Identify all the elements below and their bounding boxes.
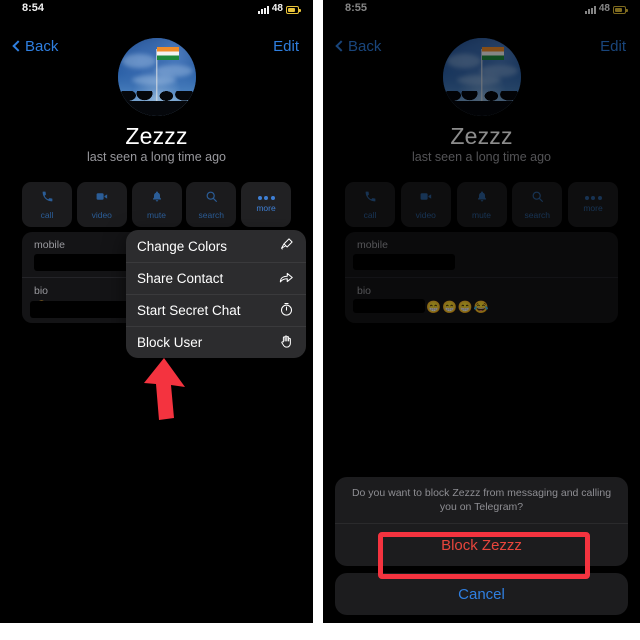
action-sheet-group: Do you want to block Zezzz from messagin… xyxy=(335,476,628,566)
menu-label: Share Contact xyxy=(137,271,224,286)
block-action-sheet: Do you want to block Zezzz from messagin… xyxy=(335,476,628,615)
hand-raised-icon xyxy=(277,334,295,352)
video-icon xyxy=(95,190,109,207)
context-menu: Change Colors Share Contact Start Secret… xyxy=(126,230,306,358)
quick-actions-row: call video mute search more xyxy=(22,182,291,227)
share-arrow-icon xyxy=(277,270,295,288)
action-mute-label: mute xyxy=(147,209,166,220)
action-search-label: search xyxy=(198,209,224,220)
action-video-label: video xyxy=(91,209,112,220)
action-mute-button[interactable]: mute xyxy=(131,182,182,227)
screenshot-stage: 8:54 48 Back Edit Zezzz last seen a long… xyxy=(0,0,640,640)
timer-icon xyxy=(277,302,295,320)
block-zezzz-button[interactable]: Block Zezzz xyxy=(335,524,628,566)
menu-item-change-colors[interactable]: Change Colors xyxy=(126,230,306,262)
avatar-indian-flag-photo xyxy=(156,47,179,61)
action-call-button[interactable]: call xyxy=(22,182,72,227)
bell-icon xyxy=(151,190,163,207)
avatar-cloud xyxy=(122,53,157,68)
avatar-treeline xyxy=(117,91,196,116)
status-time: 8:54 xyxy=(22,2,45,14)
action-more-label: more xyxy=(256,203,276,213)
menu-label: Start Secret Chat xyxy=(137,303,241,318)
menu-item-block-user[interactable]: Block User xyxy=(126,326,306,358)
action-sheet-message: Do you want to block Zezzz from messagin… xyxy=(335,477,628,524)
ellipsis-icon xyxy=(257,196,275,200)
avatar-container xyxy=(0,38,313,116)
status-bar-left: 8:54 48 xyxy=(0,0,313,15)
action-search-button[interactable]: search xyxy=(186,182,237,227)
action-call-label: call xyxy=(40,209,54,220)
signal-bars-icon xyxy=(257,6,269,14)
cancel-button[interactable]: Cancel xyxy=(335,573,628,615)
red-up-arrow-pointing-to-block-user xyxy=(144,358,185,420)
action-more-button[interactable]: more xyxy=(241,182,291,227)
profile-status: last seen a long time ago xyxy=(87,150,226,164)
phone-icon xyxy=(41,190,54,207)
status-indicators: 48 xyxy=(257,3,301,14)
battery-icon xyxy=(286,6,301,14)
menu-label: Change Colors xyxy=(137,238,228,254)
menu-item-share-contact[interactable]: Share Contact xyxy=(126,262,306,294)
action-video-button[interactable]: video xyxy=(76,182,127,227)
menu-item-start-secret-chat[interactable]: Start Secret Chat xyxy=(126,294,306,326)
menu-label: Block User xyxy=(137,335,203,350)
search-icon xyxy=(205,190,218,207)
left-phone-screen: 8:54 48 Back Edit Zezzz last seen a long… xyxy=(0,0,313,623)
paintbrush-icon xyxy=(277,237,295,255)
right-phone-screen: 8:55 48 Back Edit Zezzz last seen a long… xyxy=(323,0,640,623)
avatar[interactable] xyxy=(117,38,196,116)
page-title: Zezzz xyxy=(125,123,188,149)
battery-percent: 48 xyxy=(271,3,283,14)
